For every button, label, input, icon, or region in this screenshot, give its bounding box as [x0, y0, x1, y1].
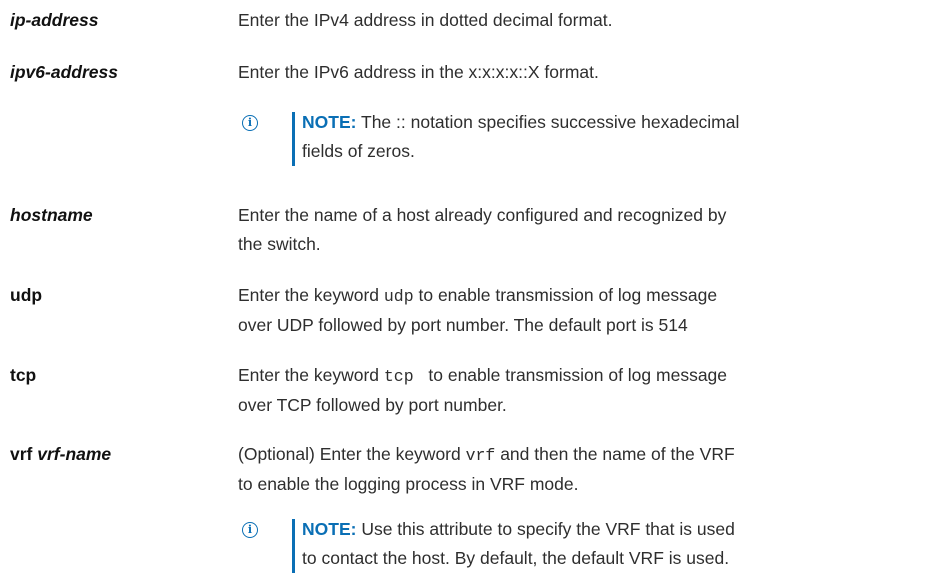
desc-line-2: the switch. [238, 234, 321, 254]
param-arg: vrf-name [37, 444, 112, 464]
note-bar [292, 112, 295, 166]
note-body: NOTE: The :: notation specifies successi… [302, 108, 802, 166]
note-text: Use this attribute to specify the VRF th… [356, 519, 735, 539]
param-name: tcp [10, 365, 37, 385]
param-ip-address: ip-address [10, 6, 99, 35]
desc-line-1: Enter the name of a host already configu… [238, 205, 727, 225]
desc-tcp: Enter the keyword tcp to enable transmis… [238, 361, 838, 420]
desc-ipv6-address: Enter the IPv6 address in the x:x:x:x::X… [238, 62, 599, 82]
code-keyword: vrf [465, 446, 496, 465]
desc-line-2: over UDP followed by port number. The de… [238, 315, 688, 335]
desc-text: to enable transmission of log message [413, 285, 718, 305]
desc-vrf: (Optional) Enter the keyword vrf and the… [238, 440, 838, 499]
note-line-2: to contact the host. By default, the def… [302, 548, 730, 568]
note-label: NOTE: [302, 112, 357, 132]
info-icon: i [242, 115, 258, 131]
desc-line-2: to enable the logging process in VRF mod… [238, 474, 579, 494]
note-line-1: NOTE: Use this attribute to specify the … [302, 515, 802, 544]
note-line-1: NOTE: The :: notation specifies successi… [302, 108, 802, 137]
note-line-2: fields of zeros. [302, 141, 415, 161]
desc-udp: Enter the keyword udp to enable transmis… [238, 281, 838, 340]
param-keyword: vrf [10, 444, 33, 464]
code-keyword: tcp [383, 367, 424, 386]
desc-text: (Optional) Enter the keyword [238, 444, 466, 464]
param-udp: udp [10, 281, 42, 310]
note-body: NOTE: Use this attribute to specify the … [302, 515, 802, 573]
param-vrf: vrf vrf-name [10, 440, 111, 469]
info-icon: i [242, 522, 258, 538]
desc-line-1: (Optional) Enter the keyword vrf and the… [238, 440, 838, 470]
param-name: ip-address [10, 10, 99, 30]
param-ipv6-address: ipv6-address [10, 58, 118, 87]
param-name: hostname [10, 205, 93, 225]
param-tcp: tcp [10, 361, 36, 390]
code-keyword: udp [383, 287, 414, 306]
desc-line-2: over TCP followed by port number. [238, 395, 507, 415]
desc-text: and then the name of the VRF [495, 444, 735, 464]
desc-ip-address: Enter the IPv4 address in dotted decimal… [238, 10, 613, 30]
desc-text: to enable transmission of log message [423, 365, 728, 385]
note-ipv6: i NOTE: The :: notation specifies succes… [242, 108, 802, 168]
note-bar [292, 519, 295, 573]
desc-hostname: Enter the name of a host already configu… [238, 201, 838, 259]
note-text: The :: notation specifies successive hex… [356, 112, 740, 132]
desc-line-1: Enter the keyword tcp to enable transmis… [238, 361, 838, 391]
desc-text: Enter the keyword [238, 365, 384, 385]
param-name: udp [10, 285, 43, 305]
note-vrf: i NOTE: Use this attribute to specify th… [242, 515, 802, 575]
param-name: ipv6-address [10, 62, 118, 82]
note-label: NOTE: [302, 519, 357, 539]
desc-text: Enter the keyword [238, 285, 384, 305]
desc-line-1: Enter the keyword udp to enable transmis… [238, 281, 838, 311]
param-hostname: hostname [10, 201, 93, 230]
